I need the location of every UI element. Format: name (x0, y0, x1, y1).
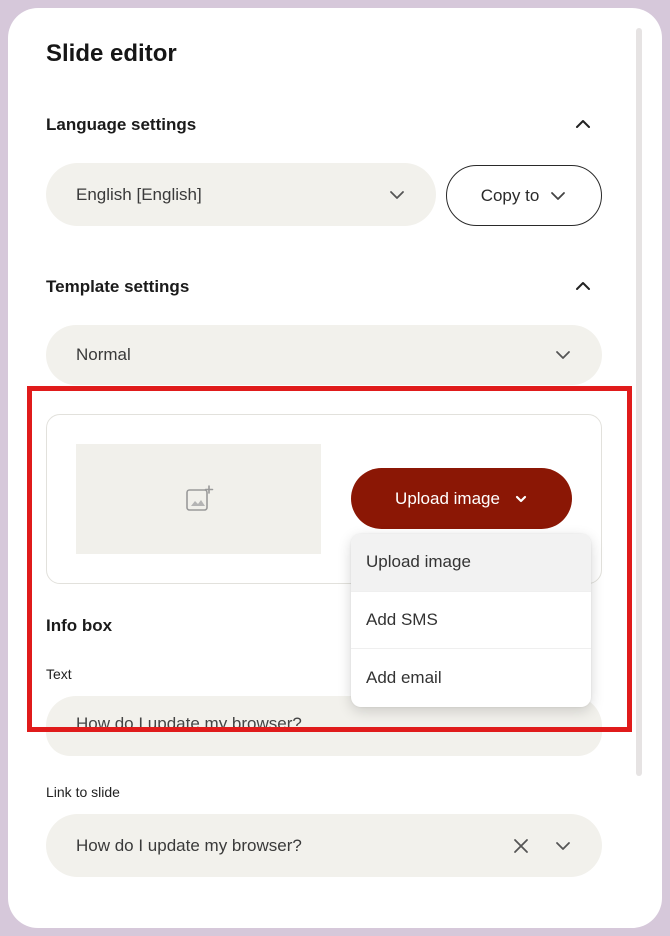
language-select[interactable]: English [English] (46, 163, 436, 226)
upload-image-button[interactable]: Upload image (351, 468, 572, 529)
menu-item-upload-image[interactable]: Upload image (351, 534, 591, 592)
text-label: Text (46, 666, 72, 682)
copy-to-label: Copy to (480, 185, 540, 205)
menu-item-add-email[interactable]: Add email (351, 649, 591, 707)
language-settings-heading: Language settings (46, 115, 197, 134)
template-select[interactable]: Normal (46, 325, 602, 385)
chevron-up-icon[interactable] (574, 115, 592, 133)
close-icon[interactable] (512, 837, 530, 855)
upload-image-label: Upload image (395, 488, 500, 508)
chevron-up-icon[interactable] (574, 277, 592, 295)
chevron-down-icon (554, 346, 572, 364)
template-settings-heading: Template settings (46, 277, 190, 296)
chevron-down-icon (514, 492, 528, 506)
upload-options-menu: Upload image Add SMS Add email (351, 534, 591, 707)
copy-to-button[interactable]: Copy to (446, 165, 602, 226)
link-to-slide-value: How do I update my browser? (76, 835, 302, 855)
template-select-value: Normal (76, 345, 131, 364)
menu-item-add-sms[interactable]: Add SMS (351, 592, 591, 650)
chevron-down-icon (388, 186, 406, 204)
link-to-slide-label: Link to slide (46, 784, 120, 800)
page-title: Slide editor (46, 40, 177, 67)
language-select-value: English [English] (76, 184, 202, 204)
info-box-heading: Info box (46, 616, 113, 635)
scrollbar[interactable] (636, 28, 642, 776)
chevron-down-icon (549, 187, 567, 205)
image-placeholder[interactable] (76, 444, 321, 554)
add-image-icon (184, 484, 214, 514)
link-to-slide-select[interactable]: How do I update my browser? (46, 814, 602, 877)
chevron-down-icon[interactable] (554, 837, 572, 855)
text-input-bottom (46, 732, 602, 756)
